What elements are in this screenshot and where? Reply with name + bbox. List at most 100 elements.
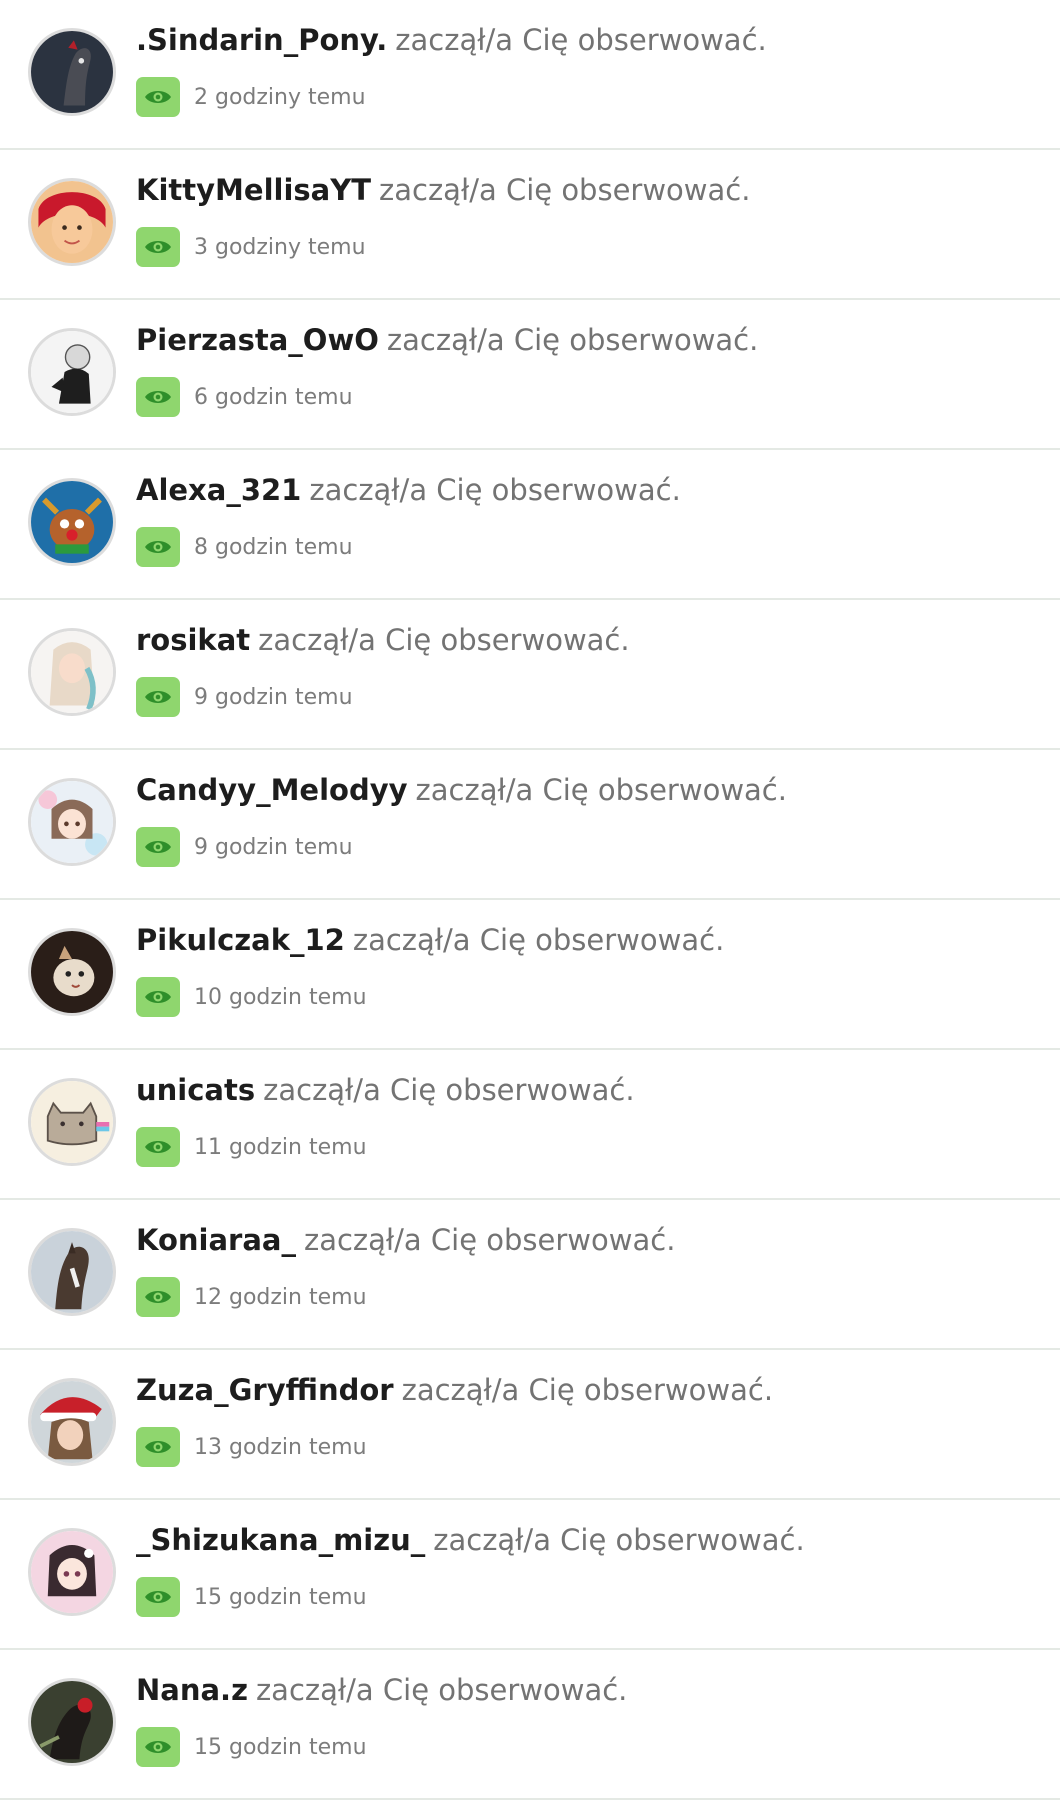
username-link[interactable]: Candyy_Melodyy	[136, 773, 408, 807]
notification-meta: 15 godzin temu	[136, 1576, 367, 1618]
username-link[interactable]: .Sindarin_Pony.	[136, 23, 387, 57]
username-link[interactable]: Zuza_Gryffindor	[136, 1373, 394, 1407]
notification-text: Candyy_Melodyy zaczął/a Cię obserwować.	[136, 768, 787, 812]
avatar[interactable]	[28, 1678, 116, 1766]
notification-item[interactable]: KittyMellisaYT zaczął/a Cię obserwować. 3…	[0, 150, 1060, 300]
username-link[interactable]: rosikat	[136, 623, 250, 657]
notification-text: Pierzasta_OwO zaczął/a Cię obserwować.	[136, 318, 758, 362]
notification-text: _Shizukana_mizu_ zaczął/a Cię obserwować.	[136, 1518, 805, 1562]
eye-icon	[136, 827, 180, 867]
username-link[interactable]: Koniaraa_	[136, 1223, 296, 1257]
username-link[interactable]: Nana.z	[136, 1673, 248, 1707]
notification-text: rosikat zaczął/a Cię obserwować.	[136, 618, 630, 662]
notification-item[interactable]: Pierzasta_OwO zaczął/a Cię obserwować. 6 …	[0, 300, 1060, 450]
username-link[interactable]: unicats	[136, 1073, 255, 1107]
notification-meta: 12 godzin temu	[136, 1276, 367, 1318]
timestamp: 13 godzin temu	[194, 1434, 367, 1460]
horse-avatar-icon	[31, 31, 113, 113]
notification-meta: 11 godzin temu	[136, 1126, 367, 1168]
eye-icon	[136, 1727, 180, 1767]
notification-item[interactable]: Alexa_321 zaczął/a Cię obserwować. 8 godz…	[0, 450, 1060, 600]
notification-list: .Sindarin_Pony. zaczął/a Cię obserwować. …	[0, 0, 1060, 1800]
notification-text: unicats zaczął/a Cię obserwować.	[136, 1068, 635, 1112]
username-link[interactable]: KittyMellisaYT	[136, 173, 371, 207]
notification-meta: 6 godzin temu	[136, 376, 353, 418]
avatar[interactable]	[28, 478, 116, 566]
notification-action: zaczął/a Cię obserwować.	[395, 23, 767, 57]
notification-action: zaczął/a Cię obserwować.	[352, 923, 725, 957]
avatar[interactable]	[28, 178, 116, 266]
avatar[interactable]	[28, 1078, 116, 1166]
avatar[interactable]	[28, 928, 116, 1016]
eye-icon	[136, 227, 180, 267]
notification-action: zaczął/a Cię obserwować.	[386, 323, 759, 357]
notification-item[interactable]: Zuza_Gryffindor zaczął/a Cię obserwować. …	[0, 1350, 1060, 1500]
avatar[interactable]	[28, 778, 116, 866]
eye-icon	[136, 527, 180, 567]
timestamp: 3 godziny temu	[194, 234, 366, 260]
username-link[interactable]: Pierzasta_OwO	[136, 323, 379, 357]
notification-action: zaczął/a Cię obserwować.	[303, 1223, 676, 1257]
horse-avatar-icon	[31, 1231, 113, 1313]
timestamp: 12 godzin temu	[194, 1284, 367, 1310]
notification-item[interactable]: unicats zaczął/a Cię obserwować. 11 godzi…	[0, 1050, 1060, 1200]
notification-text: .Sindarin_Pony. zaczął/a Cię obserwować.	[136, 18, 767, 62]
eye-icon	[136, 1427, 180, 1467]
horse-avatar-icon	[31, 1681, 113, 1763]
eye-icon	[136, 1277, 180, 1317]
timestamp: 15 godzin temu	[194, 1734, 367, 1760]
eye-icon	[136, 677, 180, 717]
notification-action: zaczął/a Cię obserwować.	[379, 173, 751, 207]
notification-item[interactable]: Koniaraa_ zaczął/a Cię obserwować. 12 god…	[0, 1200, 1060, 1350]
notification-action: zaczął/a Cię obserwować.	[263, 1073, 635, 1107]
notification-meta: 13 godzin temu	[136, 1426, 367, 1468]
avatar[interactable]	[28, 328, 116, 416]
notification-meta: 15 godzin temu	[136, 1726, 367, 1768]
notification-item[interactable]: rosikat zaczął/a Cię obserwować. 9 godzin…	[0, 600, 1060, 750]
notification-action: zaczął/a Cię obserwować.	[309, 473, 681, 507]
notification-meta: 8 godzin temu	[136, 526, 353, 568]
notification-item[interactable]: Nana.z zaczął/a Cię obserwować. 15 godzin…	[0, 1650, 1060, 1800]
timestamp: 9 godzin temu	[194, 834, 353, 860]
username-link[interactable]: Pikulczak_12	[136, 923, 345, 957]
notification-meta: 2 godziny temu	[136, 76, 366, 118]
notification-meta: 10 godzin temu	[136, 976, 367, 1018]
notification-item[interactable]: Candyy_Melodyy zaczął/a Cię obserwować. 9…	[0, 750, 1060, 900]
anime-girl-avatar-icon	[31, 781, 113, 863]
timestamp: 2 godziny temu	[194, 84, 366, 110]
avatar[interactable]	[28, 1528, 116, 1616]
timestamp: 6 godzin temu	[194, 384, 353, 410]
eye-icon	[136, 77, 180, 117]
notification-text: KittyMellisaYT zaczął/a Cię obserwować.	[136, 168, 750, 212]
notification-action: zaczął/a Cię obserwować.	[415, 773, 787, 807]
notification-text: Zuza_Gryffindor zaczął/a Cię obserwować.	[136, 1368, 773, 1412]
avatar[interactable]	[28, 1378, 116, 1466]
timestamp: 15 godzin temu	[194, 1584, 367, 1610]
notification-text: Pikulczak_12 zaczął/a Cię obserwować.	[136, 918, 724, 962]
notification-action: zaczął/a Cię obserwować.	[258, 623, 630, 657]
avatar[interactable]	[28, 628, 116, 716]
eye-icon	[136, 377, 180, 417]
eye-icon	[136, 1577, 180, 1617]
notification-action: zaczął/a Cię obserwować.	[433, 1523, 805, 1557]
notification-meta: 9 godzin temu	[136, 676, 353, 718]
notification-text: Nana.z zaczął/a Cię obserwować.	[136, 1668, 627, 1712]
notification-action: zaczął/a Cię obserwować.	[401, 1373, 774, 1407]
notification-meta: 3 godziny temu	[136, 226, 366, 268]
notification-item[interactable]: Pikulczak_12 zaczął/a Cię obserwować. 10 …	[0, 900, 1060, 1050]
username-link[interactable]: Alexa_321	[136, 473, 301, 507]
username-link[interactable]: _Shizukana_mizu_	[136, 1523, 425, 1557]
timestamp: 11 godzin temu	[194, 1134, 367, 1160]
timestamp: 10 godzin temu	[194, 984, 367, 1010]
avatar[interactable]	[28, 1228, 116, 1316]
anime-girl-avatar-icon	[31, 1531, 113, 1613]
avatar[interactable]	[28, 28, 116, 116]
pusheen-avatar-icon	[31, 1081, 113, 1163]
notification-text: Koniaraa_ zaczął/a Cię obserwować.	[136, 1218, 675, 1262]
notification-item[interactable]: .Sindarin_Pony. zaczął/a Cię obserwować. …	[0, 0, 1060, 150]
eye-icon	[136, 1127, 180, 1167]
girl-avatar-icon	[31, 181, 113, 263]
timestamp: 8 godzin temu	[194, 534, 353, 560]
notification-item[interactable]: _Shizukana_mizu_ zaczął/a Cię obserwować.…	[0, 1500, 1060, 1650]
cat-avatar-icon	[31, 931, 113, 1013]
